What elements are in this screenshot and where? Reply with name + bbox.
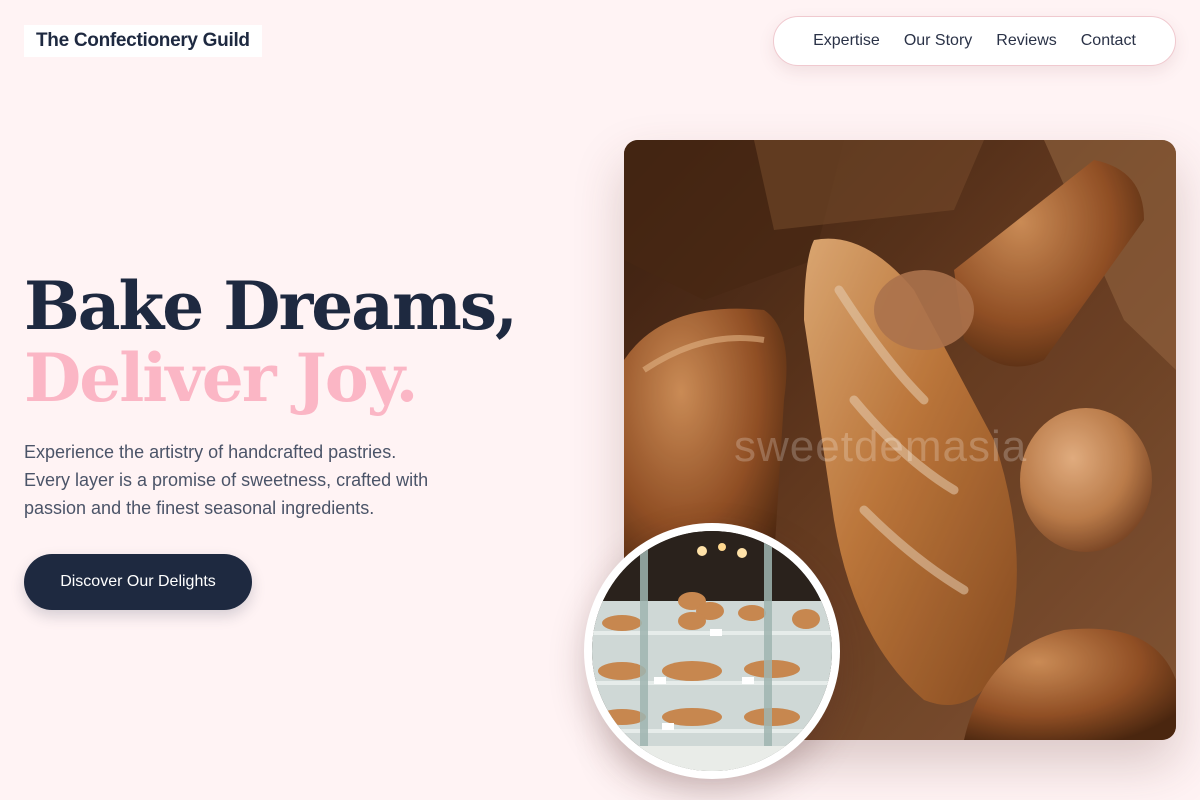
hero-headline: Bake Dreams, Deliver Joy. [24, 267, 518, 417]
hero-description-line: Every layer is a promise of sweetness, c… [24, 470, 429, 490]
bakery-display-image [584, 523, 840, 779]
nav-link-reviews[interactable]: Reviews [996, 32, 1056, 50]
nav-link-our-story[interactable]: Our Story [904, 32, 972, 50]
brand-name: The Confectionery Guild [36, 30, 250, 51]
nav-link-contact[interactable]: Contact [1081, 32, 1136, 50]
hero-description-line: Experience the artistry of handcrafted p… [24, 442, 397, 462]
discover-delights-button[interactable]: Discover Our Delights [24, 554, 252, 610]
headline-line-2: Deliver Joy. [24, 339, 418, 417]
photo-watermark: sweetdemasia [734, 422, 1028, 471]
main-navigation: Expertise Our Story Reviews Contact [773, 16, 1176, 66]
display-case-illustration [592, 531, 832, 771]
headline-line-1: Bake Dreams, [24, 267, 518, 345]
hero-description-line: passion and the finest seasonal ingredie… [24, 498, 375, 518]
nav-link-expertise[interactable]: Expertise [813, 32, 880, 50]
brand-logo[interactable]: The Confectionery Guild [24, 25, 262, 57]
hero-description: Experience the artistry of handcrafted p… [24, 438, 484, 522]
